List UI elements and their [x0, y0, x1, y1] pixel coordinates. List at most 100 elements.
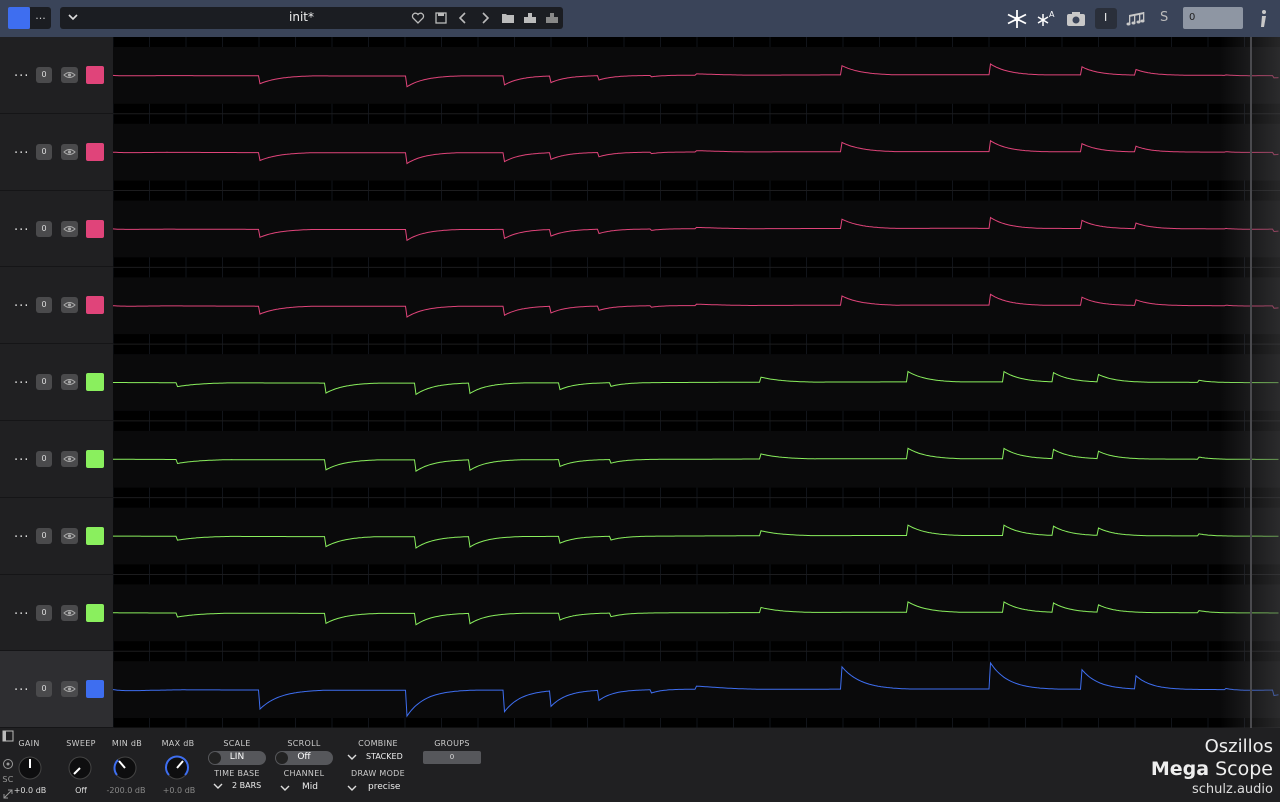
channel-menu-button[interactable]: ...: [14, 526, 29, 541]
info-icon[interactable]: [1253, 9, 1275, 29]
camera-icon[interactable]: [1065, 9, 1087, 29]
export-icon[interactable]: [544, 10, 560, 26]
channel-row[interactable]: ... 0: [0, 575, 113, 652]
channel-menu-button[interactable]: ...: [14, 219, 29, 234]
playhead-line: [1250, 37, 1252, 728]
sidechain-label: SC: [2, 775, 14, 784]
save-icon[interactable]: [433, 10, 449, 26]
visibility-eye-icon[interactable]: [61, 527, 78, 544]
cursor-mode-button[interactable]: I: [1095, 8, 1117, 29]
groups-field[interactable]: 0: [423, 751, 481, 764]
channel-color-chip[interactable]: [8, 7, 30, 29]
channel-row[interactable]: ... 0: [0, 37, 113, 114]
channel-row[interactable]: ... 0: [0, 498, 113, 575]
visibility-eye-icon[interactable]: [61, 297, 78, 314]
scroll-value: Off: [297, 752, 311, 762]
channel-group-number[interactable]: 0: [36, 527, 52, 544]
groups-label: GROUPS: [434, 739, 470, 748]
chevron-down-icon[interactable]: [66, 10, 80, 24]
chevron-right-icon[interactable]: [477, 10, 493, 26]
gain-value: +0.0 dB: [13, 786, 47, 795]
channel-group-number[interactable]: 0: [36, 220, 52, 237]
channel-group-number[interactable]: 0: [36, 374, 52, 391]
channel-group-number[interactable]: 0: [36, 681, 52, 698]
channel-group-number[interactable]: 0: [36, 297, 52, 314]
channel-color-swatch[interactable]: [86, 680, 104, 699]
chevron-down-icon[interactable]: [347, 783, 357, 793]
channel-color-swatch[interactable]: [86, 450, 104, 468]
main-menu-button[interactable]: ...: [30, 7, 51, 29]
channel-color-swatch[interactable]: [86, 296, 104, 315]
channel-menu-button[interactable]: ...: [14, 372, 29, 387]
chevron-left-icon[interactable]: [455, 10, 471, 26]
visibility-eye-icon[interactable]: [61, 451, 78, 467]
chevron-down-icon[interactable]: [280, 783, 290, 793]
channel-menu-button[interactable]: ...: [14, 449, 29, 464]
channel-group-number[interactable]: 0: [36, 67, 52, 83]
draw-mode-value[interactable]: precise: [368, 782, 400, 792]
sweep-knob[interactable]: [67, 755, 93, 781]
min-db-label: MIN dB: [111, 739, 143, 748]
waveform-canvas: [113, 37, 1280, 728]
sidechain-icon[interactable]: [2, 758, 14, 770]
top-toolbar: ... init* A I S 0: [0, 0, 1280, 37]
visibility-eye-icon[interactable]: [61, 681, 78, 698]
min-db-knob[interactable]: [112, 755, 138, 781]
time-base-value[interactable]: 2 BARS: [232, 781, 261, 790]
time-base-label: TIME BASE: [214, 769, 260, 778]
max-db-knob[interactable]: [164, 755, 190, 781]
midi-notes-icon[interactable]: [1125, 9, 1147, 29]
channel-color-swatch[interactable]: [86, 66, 104, 84]
channel-color-swatch[interactable]: [86, 142, 104, 161]
channel-value[interactable]: Mid: [302, 782, 318, 792]
channel-row[interactable]: ... 0: [0, 114, 113, 191]
channel-menu-button[interactable]: ...: [14, 65, 29, 80]
channel-label: CHANNEL: [283, 769, 325, 778]
channel-menu-button[interactable]: ...: [14, 603, 29, 618]
visibility-eye-icon[interactable]: [61, 220, 78, 237]
sync-offset-field[interactable]: 0: [1183, 7, 1243, 29]
channel-color-swatch[interactable]: [86, 373, 104, 392]
combine-value[interactable]: STACKED: [366, 752, 403, 761]
channel-menu-button[interactable]: ...: [14, 679, 29, 694]
import-icon[interactable]: [522, 10, 538, 26]
channel-row[interactable]: ... 0: [0, 344, 113, 421]
svg-text:A: A: [1049, 10, 1055, 19]
chevron-down-icon[interactable]: [213, 781, 223, 791]
channel-row[interactable]: ... 0: [0, 421, 113, 498]
visibility-eye-icon[interactable]: [61, 67, 78, 83]
freeze-icon[interactable]: [1006, 9, 1028, 29]
chevron-down-icon[interactable]: [347, 752, 357, 762]
channel-group-number[interactable]: 0: [36, 604, 52, 621]
heart-icon[interactable]: [410, 10, 426, 26]
channel-color-swatch[interactable]: [86, 219, 104, 238]
visibility-eye-icon[interactable]: [61, 604, 78, 621]
folder-icon[interactable]: [500, 10, 516, 26]
channel-color-swatch[interactable]: [86, 526, 104, 545]
brand-line-2: Mega Scope: [1151, 758, 1273, 780]
gain-label: GAIN: [18, 739, 40, 748]
oscilloscope-display[interactable]: [113, 37, 1280, 728]
channel-row[interactable]: ... 0: [0, 651, 113, 729]
channel-row[interactable]: ... 0: [0, 267, 113, 345]
scroll-toggle[interactable]: Off: [275, 751, 333, 765]
channel-group-number[interactable]: 0: [36, 451, 52, 467]
channel-color-swatch[interactable]: [86, 603, 104, 622]
preset-name[interactable]: init*: [289, 10, 314, 24]
sweep-label: SWEEP: [66, 739, 96, 748]
visibility-eye-icon[interactable]: [61, 374, 78, 391]
channel-menu-button[interactable]: ...: [14, 142, 29, 157]
sidebar-toggle-icon[interactable]: [2, 730, 14, 742]
max-db-label: MAX dB: [161, 739, 195, 748]
channel-row[interactable]: ... 0: [0, 191, 113, 268]
channel-group-number[interactable]: 0: [36, 143, 52, 160]
sync-label: S: [1160, 10, 1169, 25]
brand-mega: Mega: [1150, 758, 1210, 780]
sweep-value: Off: [75, 786, 87, 795]
auto-freeze-icon[interactable]: A: [1035, 9, 1057, 29]
preset-bar: init*: [60, 7, 563, 29]
visibility-eye-icon[interactable]: [61, 143, 78, 160]
gain-knob[interactable]: [17, 755, 43, 781]
scale-toggle[interactable]: LIN: [208, 751, 266, 765]
channel-menu-button[interactable]: ...: [14, 295, 29, 310]
